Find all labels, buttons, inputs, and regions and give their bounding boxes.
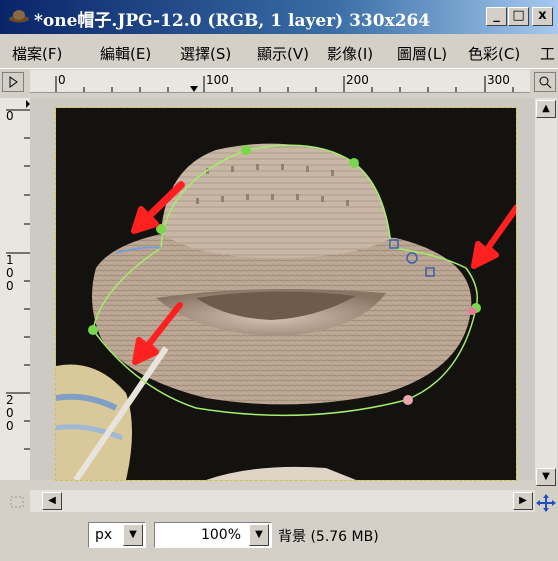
maximize-button[interactable]: □ bbox=[508, 7, 529, 26]
navigate-icon[interactable] bbox=[536, 494, 556, 512]
scroll-left-button[interactable]: ◀ bbox=[42, 492, 62, 510]
menu-view[interactable]: 顯示(V) bbox=[257, 43, 309, 64]
window-title: *one帽子.JPG-12.0 (RGB, 1 layer) 330x264 bbox=[34, 11, 431, 31]
ruler-label-200: 200 bbox=[346, 73, 369, 87]
ruler-vlabel-200: 2 0 0 bbox=[6, 393, 14, 433]
chevron-down-icon[interactable]: ▼ bbox=[123, 524, 143, 546]
menu-bar: 檔案(F) 編輯(E) 選擇(S) 顯示(V) 影像(I) 圖層(L) 色彩(C… bbox=[0, 34, 558, 69]
menu-file[interactable]: 檔案(F) bbox=[12, 43, 62, 64]
zoom-value: 100% bbox=[200, 527, 241, 543]
image-canvas[interactable] bbox=[55, 107, 517, 481]
hat-icon bbox=[9, 10, 29, 23]
magnifier-icon bbox=[539, 76, 552, 89]
ruler-vlabel-0: 0 bbox=[6, 109, 14, 123]
title-bar[interactable]: *one帽子.JPG-12.0 (RGB, 1 layer) 330x264 _… bbox=[0, 0, 558, 34]
ruler-label-300: 300 bbox=[487, 73, 510, 87]
menu-tools[interactable]: 工 bbox=[540, 43, 555, 64]
quick-mask-toggle[interactable] bbox=[2, 72, 24, 92]
chevron-down-icon[interactable]: ▼ bbox=[249, 524, 269, 546]
menu-layer[interactable]: 圖層(L) bbox=[397, 43, 447, 64]
vertical-scrollbar[interactable]: ▲ ▼ bbox=[535, 98, 557, 486]
ruler-ticks-vertical bbox=[6, 100, 30, 450]
scroll-down-button[interactable]: ▼ bbox=[536, 468, 556, 486]
ruler-vlabel-100: 1 0 0 bbox=[6, 253, 14, 293]
ruler-ticks bbox=[55, 76, 514, 92]
horizontal-scrollbar[interactable]: ◀ ▶ bbox=[30, 490, 535, 512]
menu-select[interactable]: 選擇(S) bbox=[180, 43, 231, 64]
status-bar: px ▼ 100% ▼ 背景 (5.76 MB) bbox=[0, 512, 558, 561]
scroll-up-button[interactable]: ▲ bbox=[536, 100, 556, 118]
menu-image[interactable]: 影像(I) bbox=[327, 43, 373, 64]
vertical-ruler: 0 1 0 0 2 0 0 bbox=[0, 98, 31, 480]
scroll-right-button[interactable]: ▶ bbox=[513, 492, 533, 510]
ruler-label-0: 0 bbox=[58, 73, 66, 87]
close-button[interactable]: x bbox=[532, 7, 553, 26]
unit-select[interactable]: px ▼ bbox=[88, 522, 146, 548]
hat-photo bbox=[56, 143, 516, 480]
zoom-select[interactable]: 100% ▼ bbox=[154, 522, 272, 548]
status-info: 背景 (5.76 MB) bbox=[278, 529, 379, 545]
menu-edit[interactable]: 編輯(E) bbox=[100, 43, 151, 64]
ruler-label-100: 100 bbox=[206, 73, 229, 87]
minimize-button[interactable]: _ bbox=[486, 7, 507, 26]
horizontal-ruler: 0 100 200 300 bbox=[30, 70, 530, 93]
zoom-to-fit-button[interactable] bbox=[534, 72, 556, 92]
menu-colors[interactable]: 色彩(C) bbox=[468, 43, 520, 64]
selection-indicator-icon bbox=[8, 494, 26, 510]
arrow-right-icon bbox=[9, 76, 18, 88]
unit-value: px bbox=[95, 527, 113, 543]
